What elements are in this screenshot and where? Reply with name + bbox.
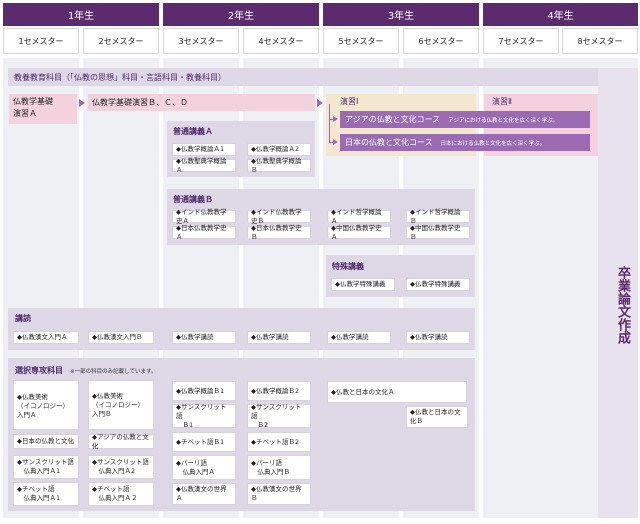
reading-label: 講読	[15, 314, 31, 323]
connector-line	[329, 104, 330, 143]
course-box: ◆仏教聖典学概論Ａ	[172, 157, 236, 174]
course-box: ◆インド哲学概論Ａ	[327, 208, 391, 225]
year-4-header: 4年生	[483, 3, 638, 26]
semester-7: 7セメスター	[483, 28, 559, 54]
general-education-label: 教養教育科目（「仏教の思想」科目・言語科目・教養科目）	[14, 72, 226, 82]
arrow-right-icon	[79, 99, 85, 107]
course-box: ◆サンスクリット語 仏典入門Ａ2	[88, 455, 154, 479]
course-box: ◆仏教学概論Ｂ2	[247, 381, 311, 401]
course-box: ◆中国仏教教学史Ｂ	[406, 224, 470, 241]
semester-4: 4セメスター	[243, 28, 319, 54]
course-box: ◆サンスクリット語 Ｂ1	[172, 403, 236, 429]
basic-seminar-bcd: 仏教学基礎演習Ｂ、Ｃ、Ｄ	[88, 94, 315, 111]
course-box: ◆仏教学概論Ａ2	[247, 143, 311, 156]
course-box: ◆サンスクリット語 Ｂ2	[247, 403, 311, 429]
course-box: ◆サンスクリット語 仏典入門Ａ1	[13, 455, 79, 479]
course-box: ◆仏教学講読	[247, 331, 311, 344]
arrow-right-icon	[333, 116, 338, 122]
semester-8: 8セメスター	[562, 28, 638, 54]
elective-label: 選択専攻科目	[15, 366, 63, 375]
course-box: ◆仏教と日本の文化Ａ	[327, 381, 467, 403]
seminar-2-label: 演習Ⅱ	[492, 97, 512, 106]
arrow-right-icon	[333, 139, 338, 145]
course-box: ◆インド仏教教学史Ｂ	[247, 208, 311, 225]
japanese-course-title: 日本の仏教と文化コース	[345, 138, 433, 147]
year-1-header: 1年生	[3, 3, 159, 26]
course-box: ◆仏教美術 （イコノロジー）入門Ａ	[13, 380, 79, 430]
course-box: ◆仏教学概論Ａ1	[172, 143, 236, 156]
course-box: ◆仏教聖典学概論Ｂ	[247, 157, 311, 174]
japanese-course-description: 日本における仏教と文化を広く深く学ぶ。	[440, 140, 546, 147]
course-box: ◆仏教漢文入門Ｂ	[88, 331, 154, 344]
course-box: ◆仏教学特殊講義	[331, 278, 395, 291]
semester-3: 3セメスター	[163, 28, 239, 54]
course-box: ◆日本の仏教と文化	[13, 434, 79, 449]
course-box: ◆仏教学講読	[327, 331, 391, 344]
asian-buddhism-course: アジアの仏教と文化コース アジアにおける仏教と文化を広く深く学ぶ。	[340, 111, 590, 128]
semester-5: 5セメスター	[323, 28, 399, 54]
course-box: ◆中国仏教教学史Ａ	[327, 224, 391, 241]
course-box: ◆仏教漢文の世界Ｂ	[247, 483, 311, 505]
course-box: ◆チベット語Ｂ1	[172, 432, 236, 452]
course-box: ◆チベット語 仏典入門Ａ1	[13, 482, 79, 506]
course-box: ◆パーリ語 仏典入門Ｂ	[247, 455, 311, 480]
asian-course-description: アジアにおける仏教と文化を広く深く学ぶ。	[448, 117, 559, 124]
course-box: ◆仏教学特殊講義	[406, 278, 470, 291]
course-box: ◆仏教学概論Ｂ1	[172, 381, 236, 401]
course-box: ◆仏教学講読	[172, 331, 236, 344]
course-box: ◆チベット語 仏典入門Ａ２	[88, 482, 154, 506]
ippan-a-label: 普通講義Ａ	[173, 127, 213, 136]
general-education-band: 教養教育科目（「仏教の思想」科目・言語科目・教養科目）	[8, 68, 598, 86]
course-box: ◆仏教漢文入門Ａ	[13, 331, 79, 344]
seminar-1-label: 演習Ⅰ	[340, 97, 359, 106]
year-2-header: 2年生	[163, 3, 319, 26]
special-label: 特殊講義	[332, 262, 364, 271]
course-box: ◆チベット語Ｂ2	[247, 432, 311, 452]
japanese-buddhism-course: 日本の仏教と文化コース 日本における仏教と文化を広く深く学ぶ。	[340, 134, 590, 151]
semester-6: 6セメスター	[403, 28, 479, 54]
course-box: ◆日本仏教教学史Ａ	[172, 224, 236, 241]
course-box: ◆インド仏教教学史Ａ	[172, 208, 236, 225]
thesis-label: 卒業論文作成	[615, 266, 630, 344]
elective-note: ※一部の科目のみ記載しています。	[70, 369, 157, 375]
semester-1: 1セメスター	[3, 28, 79, 54]
semester-2: 2セメスター	[83, 28, 159, 54]
year-3-header: 3年生	[323, 3, 479, 26]
basic-seminar-a: 仏教学基礎 演習Ａ	[9, 94, 77, 124]
ippan-b-label: 普通講義Ｂ	[173, 195, 213, 204]
course-box: ◆インド哲学概論Ｂ	[406, 208, 470, 225]
arrow-right-icon	[317, 99, 323, 107]
course-box: ◆仏教と日本の文化Ｂ	[406, 406, 468, 428]
course-box: ◆アジアの仏教と文化	[88, 433, 154, 450]
asian-course-title: アジアの仏教と文化コース	[345, 115, 441, 124]
course-box: ◆日本仏教教学史Ｂ	[247, 224, 311, 241]
course-box: ◆パーリ語 仏典入門Ａ	[172, 455, 236, 480]
course-box: ◆仏教漢文の世界Ａ	[172, 483, 236, 505]
course-box: ◆仏教学講読	[406, 331, 470, 344]
course-box: ◆仏教美術 （イコノロジー）入門Ｂ	[88, 380, 154, 430]
